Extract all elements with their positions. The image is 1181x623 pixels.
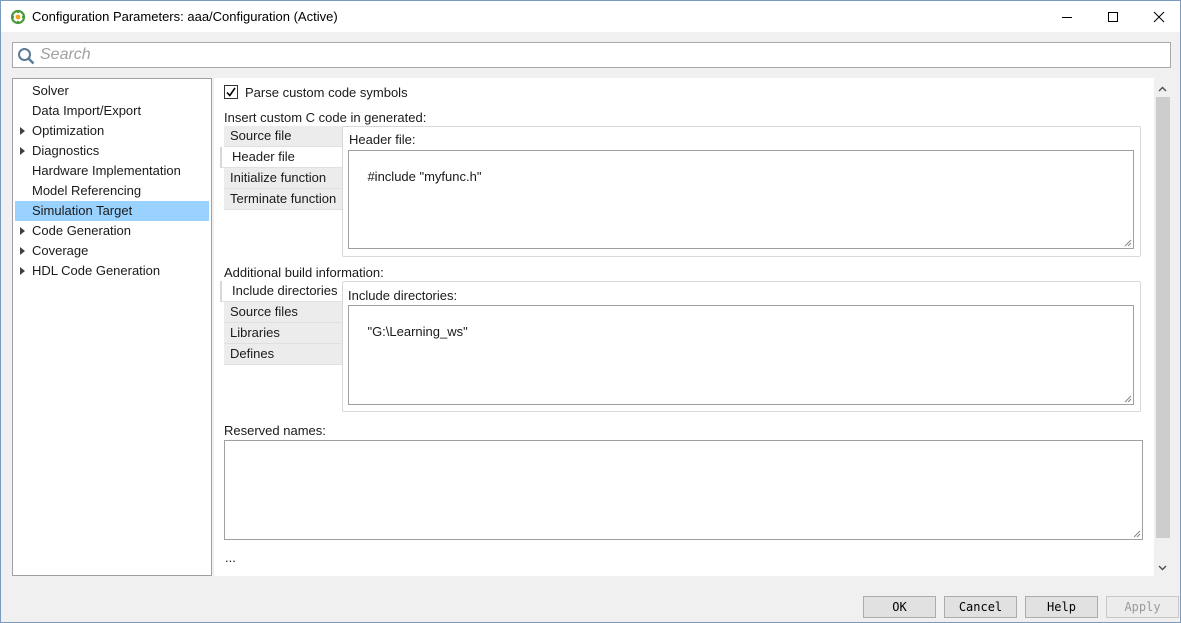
- reserved-names-label: Reserved names:: [224, 423, 326, 438]
- tree-item-diagnostics[interactable]: Diagnostics: [15, 141, 209, 161]
- tab-defines[interactable]: Defines: [224, 344, 342, 365]
- parse-custom-code-checkbox[interactable]: [224, 85, 238, 99]
- minimize-button[interactable]: [1044, 1, 1090, 32]
- tree-item-simulation-target[interactable]: Simulation Target: [15, 201, 209, 221]
- resize-grip-icon[interactable]: [1124, 239, 1132, 247]
- resize-grip-icon[interactable]: [1133, 530, 1141, 538]
- category-tree: Solver Data Import/Export Optimization D…: [12, 78, 212, 576]
- reserved-names-textarea[interactable]: [224, 440, 1143, 540]
- build-info-section-label: Additional build information:: [224, 265, 384, 280]
- close-icon: [1153, 11, 1165, 22]
- parse-custom-code-label: Parse custom code symbols: [245, 85, 408, 100]
- cancel-button[interactable]: Cancel: [944, 596, 1017, 618]
- custom-code-section-label: Insert custom C code in generated:: [224, 110, 427, 125]
- tab-libraries[interactable]: Libraries: [224, 323, 342, 344]
- resize-grip-icon[interactable]: [1124, 395, 1132, 403]
- tree-item-hdl-code-generation[interactable]: HDL Code Generation: [15, 261, 209, 281]
- chevron-up-icon: [1158, 86, 1167, 91]
- simulink-icon: [10, 9, 26, 25]
- expand-arrow-icon[interactable]: [20, 127, 25, 135]
- tree-item-solver[interactable]: Solver: [15, 81, 209, 101]
- tab-terminate-function[interactable]: Terminate function: [224, 189, 342, 210]
- tab-include-directories[interactable]: Include directories: [220, 281, 342, 302]
- tree-item-hardware-implementation[interactable]: Hardware Implementation: [15, 161, 209, 181]
- apply-button: Apply: [1106, 596, 1179, 618]
- expand-arrow-icon[interactable]: [20, 267, 25, 275]
- scrollbar-thumb[interactable]: [1156, 97, 1170, 538]
- window-title: Configuration Parameters: aaa/Configurat…: [32, 9, 338, 24]
- scroll-up-button[interactable]: [1154, 80, 1171, 97]
- tree-item-model-referencing[interactable]: Model Referencing: [15, 181, 209, 201]
- help-button[interactable]: Help: [1025, 596, 1098, 618]
- expand-arrow-icon[interactable]: [20, 247, 25, 255]
- search-input[interactable]: [40, 45, 1160, 65]
- tree-item-optimization[interactable]: Optimization: [15, 121, 209, 141]
- checkmark-icon: [226, 87, 236, 97]
- title-bar: Configuration Parameters: aaa/Configurat…: [1, 1, 1180, 32]
- include-directories-textarea[interactable]: "G:\Learning_ws": [348, 305, 1134, 405]
- header-file-label: Header file:: [349, 132, 416, 147]
- tree-item-code-generation[interactable]: Code Generation: [15, 221, 209, 241]
- chevron-down-icon: [1158, 565, 1167, 570]
- close-button[interactable]: [1136, 1, 1181, 32]
- tree-item-coverage[interactable]: Coverage: [15, 241, 209, 261]
- search-bar: [12, 42, 1171, 68]
- maximize-button[interactable]: [1090, 1, 1136, 32]
- minimize-icon: [1062, 16, 1072, 18]
- tab-header-file[interactable]: Header file: [220, 147, 342, 168]
- header-file-textarea[interactable]: #include "myfunc.h": [348, 150, 1134, 249]
- tab-source-file[interactable]: Source file: [224, 126, 342, 147]
- include-directories-label: Include directories:: [348, 288, 458, 303]
- maximize-icon: [1108, 11, 1118, 22]
- tab-initialize-function[interactable]: Initialize function: [224, 168, 342, 189]
- expand-arrow-icon[interactable]: [20, 147, 25, 155]
- scroll-down-button[interactable]: [1154, 559, 1171, 576]
- more-settings-ellipsis[interactable]: ...: [225, 550, 236, 565]
- search-icon: [18, 48, 35, 65]
- tab-source-files[interactable]: Source files: [224, 302, 342, 323]
- ok-button[interactable]: OK: [863, 596, 936, 618]
- expand-arrow-icon[interactable]: [20, 227, 25, 235]
- config-dialog: Configuration Parameters: aaa/Configurat…: [0, 0, 1181, 623]
- tree-item-data-import-export[interactable]: Data Import/Export: [15, 101, 209, 121]
